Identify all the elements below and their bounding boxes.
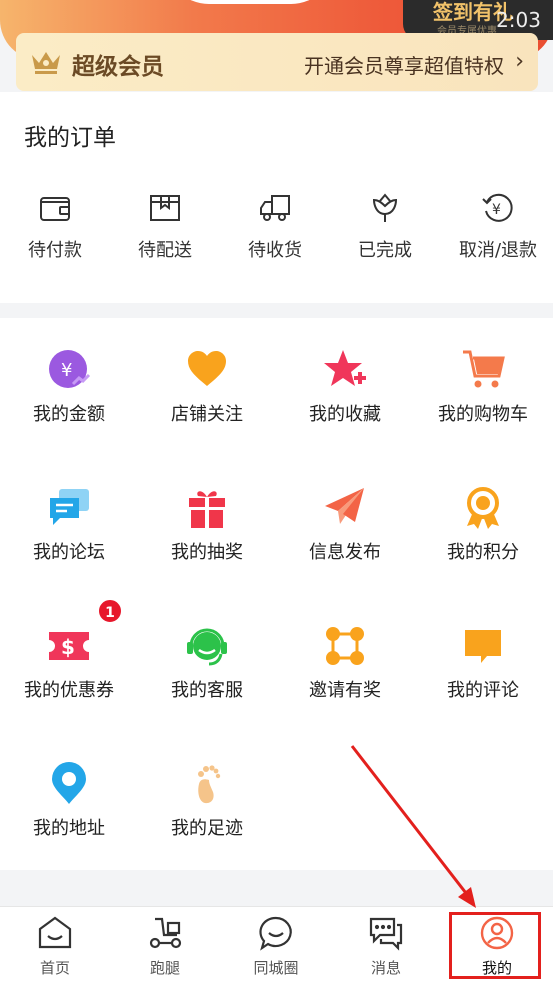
service-shop-follow[interactable]: 店铺关注 <box>138 318 276 448</box>
gift-icon <box>189 491 225 528</box>
paper-plane-icon <box>325 488 364 524</box>
service-label: 我的评论 <box>447 680 519 701</box>
footprint-icon <box>198 765 221 804</box>
order-label: 待付款 <box>28 240 82 261</box>
service-label: 我的论坛 <box>33 542 105 563</box>
service-label: 我的购物车 <box>438 404 528 425</box>
order-label: 取消/退款 <box>458 240 538 261</box>
service-label: 我的地址 <box>33 818 105 839</box>
service-label: 我的金额 <box>33 404 105 425</box>
service-label: 我的抽奖 <box>171 542 243 563</box>
nav-local-circle[interactable]: 同城圈 <box>221 915 331 983</box>
nav-errand[interactable]: 跑腿 <box>110 915 220 983</box>
nav-label: 消息 <box>370 959 401 977</box>
vip-promo: 开通会员尊享超值特权 <box>304 54 504 78</box>
service-label: 邀请有奖 <box>309 680 381 701</box>
orders-title: 我的订单 <box>24 125 116 151</box>
service-footprints[interactable]: 我的足迹 <box>138 732 276 862</box>
coupon-count-badge: 1 <box>97 598 123 624</box>
service-label: 我的积分 <box>447 542 519 563</box>
order-pending-payment[interactable]: 待付款 <box>0 192 110 272</box>
crown-icon <box>32 52 60 74</box>
nav-label: 跑腿 <box>149 959 180 977</box>
home-icon <box>38 916 72 949</box>
service-favorites[interactable]: 我的收藏 <box>276 318 414 448</box>
service-label: 我的优惠券 <box>24 680 114 701</box>
package-icon <box>150 195 180 221</box>
network-icon <box>326 627 364 665</box>
service-label: 信息发布 <box>309 542 381 563</box>
order-refund[interactable]: ¥ 取消/退款 <box>443 192 553 272</box>
cart-icon <box>463 350 505 388</box>
service-invite[interactable]: 邀请有奖 <box>276 594 414 724</box>
svg-text:¥: ¥ <box>61 360 72 381</box>
order-completed[interactable]: 已完成 <box>330 192 440 272</box>
order-pending-delivery[interactable]: 待配送 <box>110 192 220 272</box>
order-label: 待配送 <box>138 240 192 261</box>
service-my-money[interactable]: ¥ 我的金额 <box>0 318 138 448</box>
chevron-right-icon: › <box>515 49 524 74</box>
coupon-icon: $ <box>49 632 89 660</box>
refund-icon: ¥ <box>482 193 513 222</box>
location-pin-icon <box>52 762 86 804</box>
nav-label: 同城圈 <box>253 959 299 977</box>
comment-icon <box>465 630 501 663</box>
highlight-box <box>449 912 541 979</box>
smile-bubble-icon <box>259 916 292 951</box>
vip-banner[interactable]: 超级会员 开通会员尊享超值特权 › <box>16 33 538 91</box>
service-label: 我的足迹 <box>171 818 243 839</box>
status-time: 2:03 <box>496 8 541 32</box>
svg-text:$: $ <box>61 635 75 659</box>
service-points[interactable]: 我的积分 <box>414 456 552 586</box>
vip-title: 超级会员 <box>72 54 164 80</box>
service-forum[interactable]: 我的论坛 <box>0 456 138 586</box>
services-grid: ¥ 我的金额 店铺关注 我的收藏 我的购物车 我的论坛 我的抽奖 信息发布 我的… <box>0 318 553 870</box>
svg-text:¥: ¥ <box>492 202 501 218</box>
money-icon: ¥ <box>49 350 91 388</box>
wallet-icon <box>40 197 70 221</box>
star-plus-icon <box>324 350 366 386</box>
section-divider <box>0 884 553 906</box>
chat-bubbles-icon <box>50 489 89 525</box>
message-icon <box>369 917 403 951</box>
scooter-icon <box>149 917 182 949</box>
nav-home[interactable]: 首页 <box>0 915 110 983</box>
order-label: 已完成 <box>358 240 412 261</box>
service-label: 我的收藏 <box>309 404 381 425</box>
headset-icon <box>187 628 227 666</box>
service-label: 我的客服 <box>171 680 243 701</box>
orders-section: 我的订单 待付款 待配送 待收货 已完成 ¥ 取消/退款 <box>0 92 553 303</box>
service-lottery[interactable]: 我的抽奖 <box>138 456 276 586</box>
service-cart[interactable]: 我的购物车 <box>414 318 552 448</box>
order-label: 待收货 <box>248 240 302 261</box>
order-pending-receipt[interactable]: 待收货 <box>220 192 330 272</box>
service-customer-support[interactable]: 我的客服 <box>138 594 276 724</box>
heart-icon <box>188 351 226 386</box>
service-comments[interactable]: 我的评论 <box>414 594 552 724</box>
medal-icon <box>467 487 499 529</box>
nav-messages[interactable]: 消息 <box>331 915 441 983</box>
service-address[interactable]: 我的地址 <box>0 732 138 862</box>
flower-icon <box>372 193 398 222</box>
service-label: 店铺关注 <box>171 404 243 425</box>
avatar-area <box>165 0 335 4</box>
delivery-truck-icon <box>260 195 290 221</box>
profile-page: ◥ 签到有礼 会员专属优惠 2:03 超级会员 开通会员尊享超值特权 › 我的订… <box>0 0 553 983</box>
service-publish[interactable]: 信息发布 <box>276 456 414 586</box>
nav-label: 首页 <box>39 959 70 977</box>
